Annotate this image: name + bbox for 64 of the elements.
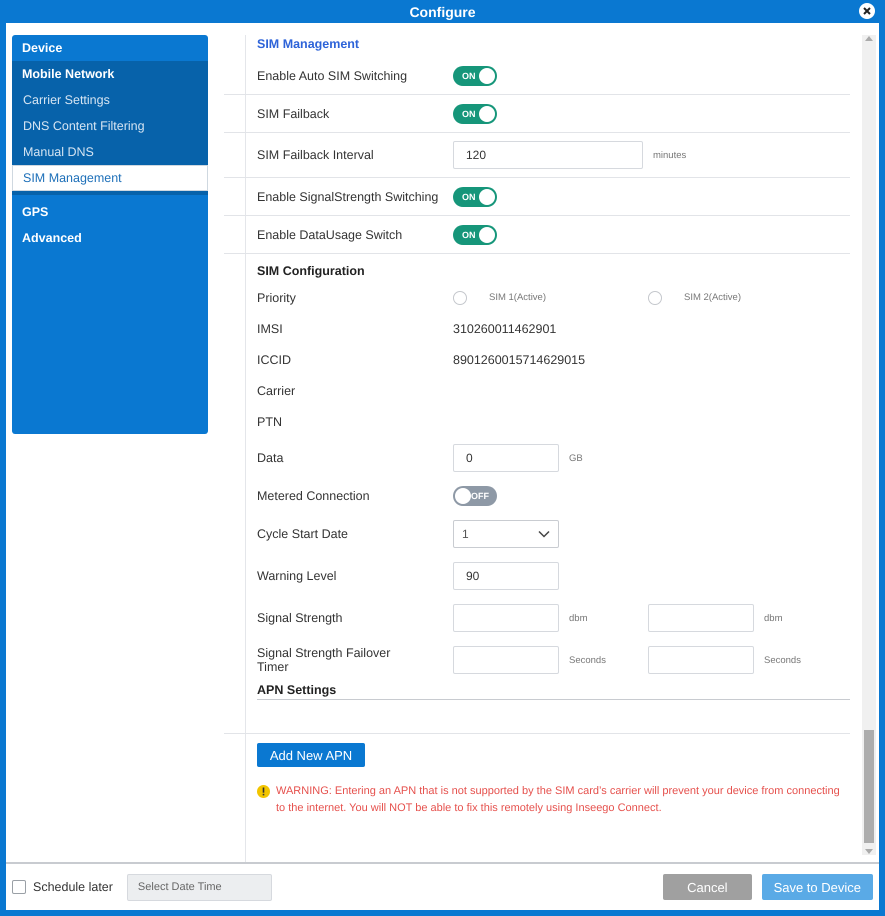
setting-label: Enable SignalStrength Switching bbox=[257, 190, 440, 204]
setting-label: SIM Failback bbox=[257, 106, 330, 120]
setting-label: ICCID bbox=[257, 352, 292, 366]
unit-label: GB bbox=[569, 452, 583, 464]
sidebar-item[interactable]: Advanced bbox=[12, 225, 208, 251]
radio-label: SIM 2(Active) bbox=[684, 292, 742, 303]
setting-label: Signal Strength Failover Timer bbox=[257, 646, 392, 674]
sidebar-item[interactable]: Carrier Settings bbox=[12, 87, 208, 113]
unit-label: dbm bbox=[569, 612, 588, 624]
toggle-switch[interactable]: ON bbox=[453, 186, 497, 206]
setting-label: Signal Strength bbox=[257, 611, 344, 625]
add-apn-button[interactable]: Add New APN bbox=[257, 743, 365, 767]
interval-input[interactable]: 120 bbox=[453, 141, 643, 169]
save-button[interactable]: Save to Device bbox=[762, 874, 873, 900]
setting-label: Metered Connection bbox=[257, 489, 371, 503]
section-title: APN Settings bbox=[257, 681, 850, 700]
section-title: SIM Management bbox=[257, 36, 360, 53]
cancel-button[interactable]: Cancel bbox=[663, 874, 752, 900]
setting-label: Enable DataUsage Switch bbox=[257, 228, 404, 242]
setting-label: Enable Auto SIM Switching bbox=[257, 68, 408, 82]
setting-label: Warning Level bbox=[257, 569, 338, 583]
setting-value: 310260011462901 bbox=[453, 322, 556, 336]
input-field[interactable]: 90 bbox=[453, 562, 559, 590]
sidebar-item[interactable]: Mobile Network bbox=[12, 61, 208, 87]
sidebar-item[interactable]: SIM Management bbox=[12, 165, 208, 191]
sidebar-item[interactable]: Manual DNS bbox=[12, 139, 208, 165]
window-title: Configure bbox=[409, 4, 476, 20]
radio-button[interactable] bbox=[453, 290, 467, 304]
input-field[interactable] bbox=[453, 646, 559, 674]
checkbox[interactable] bbox=[12, 880, 26, 894]
input-field[interactable] bbox=[453, 604, 559, 632]
setting-label: PTN bbox=[257, 414, 283, 428]
sidebar-item[interactable]: Device bbox=[12, 35, 208, 61]
input-field[interactable] bbox=[648, 646, 754, 674]
input-field[interactable]: 0 bbox=[453, 444, 559, 472]
sidebar-item[interactable]: GPS bbox=[12, 199, 208, 225]
date-time-field[interactable]: Select Date Time bbox=[126, 874, 272, 900]
toggle-switch[interactable]: OFF bbox=[453, 486, 497, 506]
toggle-switch[interactable]: ON bbox=[453, 104, 497, 124]
checkbox-label: Schedule later bbox=[33, 880, 113, 894]
toggle-switch[interactable]: ON bbox=[453, 66, 497, 86]
unit-label: dbm bbox=[764, 612, 782, 624]
radio-button[interactable] bbox=[648, 290, 662, 304]
unit-label: Seconds bbox=[569, 654, 606, 666]
date-select[interactable]: 1 bbox=[453, 520, 559, 548]
close-icon[interactable] bbox=[859, 3, 875, 19]
unit-label: Seconds bbox=[764, 654, 801, 666]
sidebar-item[interactable]: DNS Content Filtering bbox=[12, 113, 208, 139]
toggle-switch[interactable]: ON bbox=[453, 224, 497, 244]
warning-icon bbox=[257, 785, 270, 798]
section-title: SIM Configuration bbox=[256, 263, 366, 280]
unit-label: minutes bbox=[653, 150, 686, 160]
setting-label: SIM Failback Interval bbox=[257, 148, 375, 162]
setting-label: Cycle Start Date bbox=[257, 527, 350, 541]
setting-label: IMSI bbox=[257, 322, 284, 336]
setting-label: Data bbox=[257, 451, 284, 465]
chevron-down-icon bbox=[538, 530, 550, 538]
setting-label: Carrier bbox=[257, 384, 296, 398]
setting-label: Priority bbox=[257, 290, 297, 304]
input-field[interactable] bbox=[648, 604, 754, 632]
warning-message: WARNING: Entering an APN that is not supported by the SIM card’s carrier will prevent your device from connecting to the internet. You will NOT be able to fix this remotely using Inseego Connect. bbox=[276, 784, 841, 816]
radio-label: SIM 1(Active) bbox=[489, 292, 546, 303]
scroll-bar[interactable] bbox=[862, 35, 876, 855]
setting-value: 8901260015714629015 bbox=[453, 352, 586, 366]
